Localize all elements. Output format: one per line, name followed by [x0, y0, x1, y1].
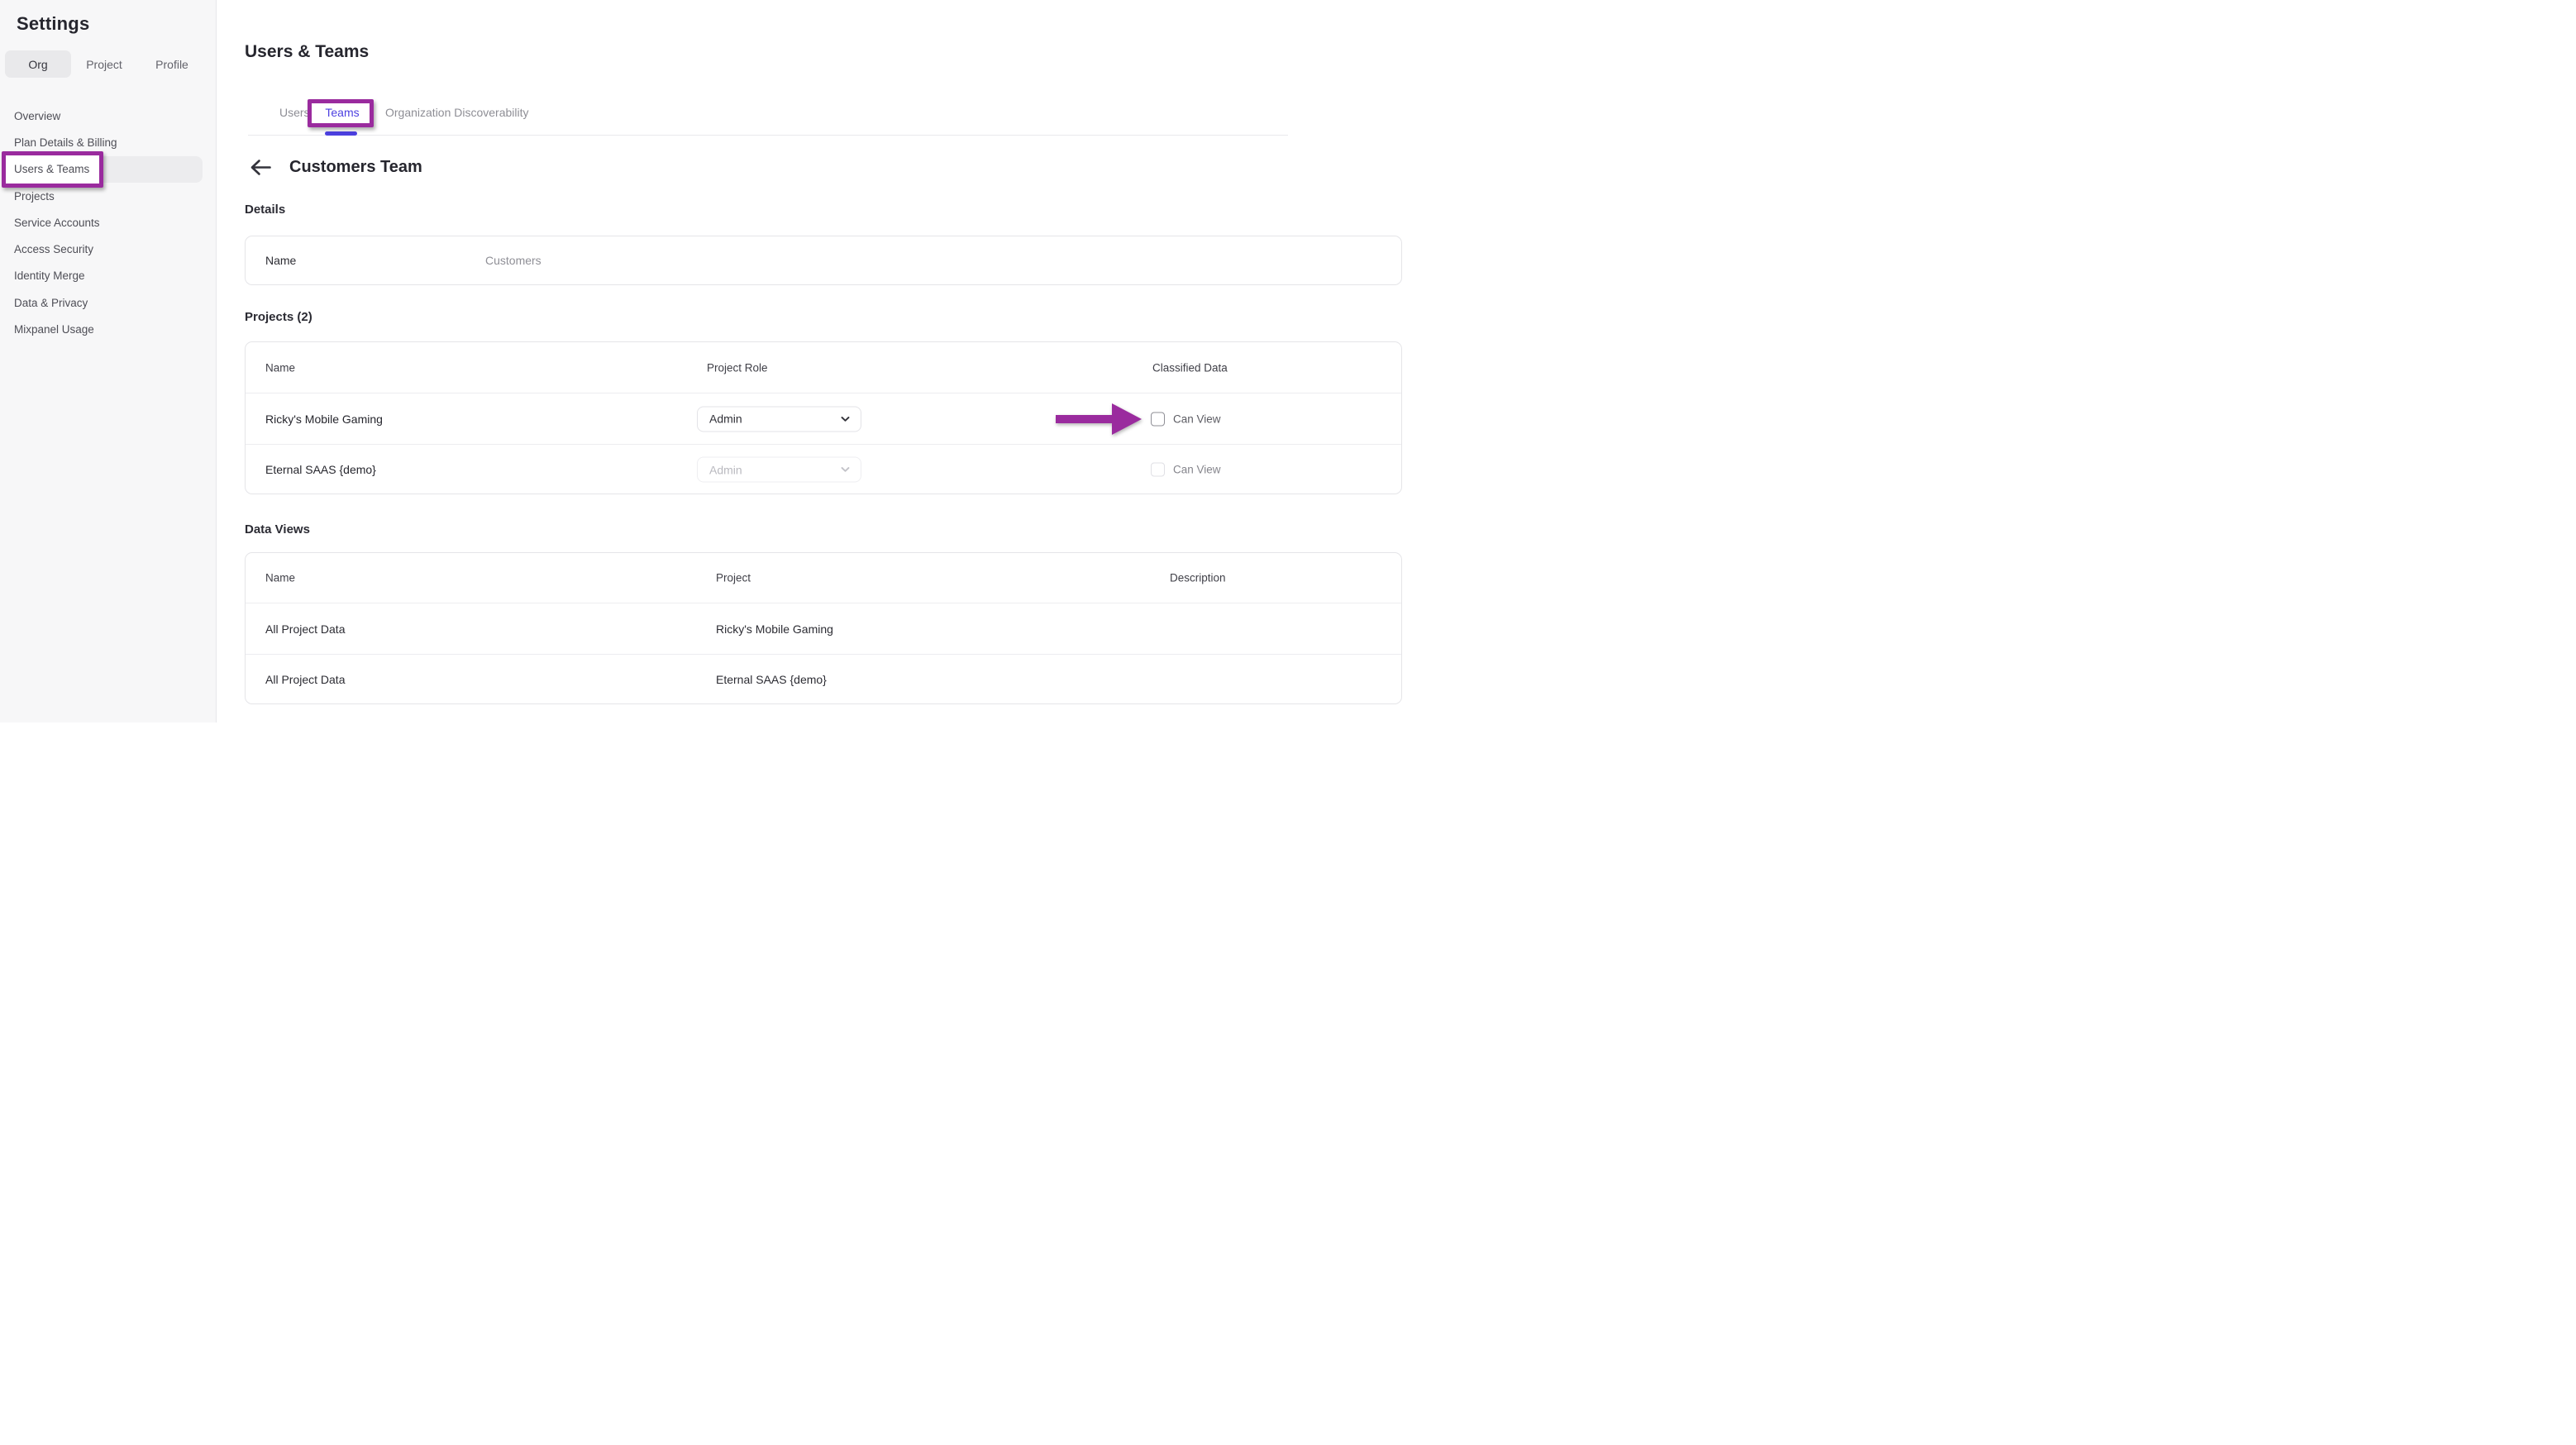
- data-views-heading: Data Views: [245, 522, 310, 537]
- sidebar-item-label: Identity Merge: [14, 269, 85, 282]
- sidebar-item-overview[interactable]: Overview: [0, 103, 216, 129]
- settings-title: Settings: [17, 13, 89, 35]
- sidebar-item-label: Service Accounts: [14, 217, 100, 229]
- settings-sidebar: Settings Org Project Profile Overview Pl…: [0, 0, 217, 722]
- sidebar-item-service-accounts[interactable]: Service Accounts: [0, 209, 216, 236]
- sidebar-item-users-teams[interactable]: Users & Teams: [7, 156, 203, 183]
- table-row: All Project Data Eternal SAAS {demo}: [246, 654, 1401, 704]
- annotation-arrow-head: [1112, 403, 1142, 435]
- column-header-classified-data: Classified Data: [1152, 361, 1228, 374]
- projects-table-header: Name Project Role Classified Data: [246, 342, 1401, 393]
- can-view-label: Can View: [1173, 464, 1221, 476]
- sidebar-item-identity-merge[interactable]: Identity Merge: [0, 263, 216, 289]
- annotation-arrow-tail: [1056, 415, 1113, 423]
- sidebar-item-label: Plan Details & Billing: [14, 136, 117, 149]
- sidebar-item-access-security[interactable]: Access Security: [0, 236, 216, 262]
- data-view-project: Ricky's Mobile Gaming: [716, 622, 833, 636]
- chevron-down-icon: [841, 416, 850, 422]
- details-name-label: Name: [265, 254, 296, 267]
- classified-data-cell: Can View: [1151, 412, 1221, 426]
- sidebar-tab-org[interactable]: Org: [5, 50, 71, 78]
- can-view-label: Can View: [1173, 413, 1221, 425]
- table-row: Eternal SAAS {demo} Admin Can View: [246, 444, 1401, 494]
- project-role-value: Admin: [709, 413, 742, 426]
- sidebar-item-label: Overview: [14, 110, 60, 122]
- sidebar-item-label: Data & Privacy: [14, 297, 88, 309]
- active-tab-indicator: [325, 131, 357, 136]
- sidebar-item-projects[interactable]: Projects: [0, 183, 216, 209]
- tab-teams[interactable]: Teams: [311, 106, 374, 119]
- sidebar-item-label: Mixpanel Usage: [14, 323, 94, 336]
- sidebar-item-mixpanel-usage[interactable]: Mixpanel Usage: [0, 316, 216, 342]
- project-name: Eternal SAAS {demo}: [265, 463, 376, 476]
- sidebar-tab-profile[interactable]: Profile: [150, 50, 194, 78]
- sidebar-item-plan-details-billing[interactable]: Plan Details & Billing: [0, 129, 216, 155]
- tab-organization-discoverability[interactable]: Organization Discoverability: [385, 106, 529, 119]
- data-view-project: Eternal SAAS {demo}: [716, 673, 827, 686]
- table-row: Ricky's Mobile Gaming Admin Can View: [246, 393, 1401, 444]
- details-row: Name Customers: [246, 236, 1401, 284]
- details-name-value: Customers: [485, 254, 541, 267]
- column-header-name: Name: [265, 361, 295, 374]
- sidebar-item-label: Projects: [14, 190, 55, 203]
- details-heading: Details: [245, 203, 285, 217]
- projects-heading: Projects (2): [245, 310, 312, 324]
- projects-table: Name Project Role Classified Data Ricky'…: [245, 341, 1402, 494]
- column-header-name: Name: [265, 572, 295, 584]
- data-view-name: All Project Data: [265, 673, 345, 686]
- sidebar-tab-project[interactable]: Project: [80, 50, 128, 78]
- table-row: All Project Data Ricky's Mobile Gaming: [246, 603, 1401, 654]
- back-button[interactable]: [249, 159, 272, 179]
- details-card: Name Customers: [245, 236, 1402, 285]
- sidebar-menu: Overview Plan Details & Billing Users & …: [0, 103, 216, 343]
- team-title: Customers Team: [289, 158, 422, 177]
- column-header-project-role: Project Role: [707, 361, 768, 374]
- sidebar-item-label: Access Security: [14, 243, 93, 255]
- column-header-description: Description: [1170, 572, 1226, 584]
- project-role-select[interactable]: Admin: [697, 406, 861, 432]
- sidebar-item-label: Users & Teams: [14, 163, 89, 175]
- data-views-table-header: Name Project Description: [246, 553, 1401, 603]
- settings-scope-tabs: Org Project Profile: [0, 50, 216, 78]
- chevron-down-icon: [841, 467, 850, 473]
- back-arrow-icon: [250, 166, 272, 179]
- classified-data-cell: Can View: [1151, 463, 1221, 477]
- data-view-link[interactable]: All Project Data: [265, 622, 345, 636]
- project-role-select-disabled: Admin: [697, 457, 861, 483]
- data-views-table: Name Project Description All Project Dat…: [245, 552, 1402, 704]
- annotation-arrow-icon: [1056, 403, 1142, 435]
- can-view-checkbox[interactable]: [1151, 412, 1165, 426]
- project-role-value: Admin: [709, 463, 742, 476]
- page-title: Users & Teams: [245, 42, 369, 62]
- can-view-checkbox[interactable]: [1151, 463, 1165, 477]
- column-header-project: Project: [716, 572, 751, 584]
- tabs-divider: [248, 135, 1288, 136]
- project-name: Ricky's Mobile Gaming: [265, 413, 383, 426]
- sidebar-item-data-privacy[interactable]: Data & Privacy: [0, 289, 216, 316]
- tab-users[interactable]: Users: [279, 106, 310, 119]
